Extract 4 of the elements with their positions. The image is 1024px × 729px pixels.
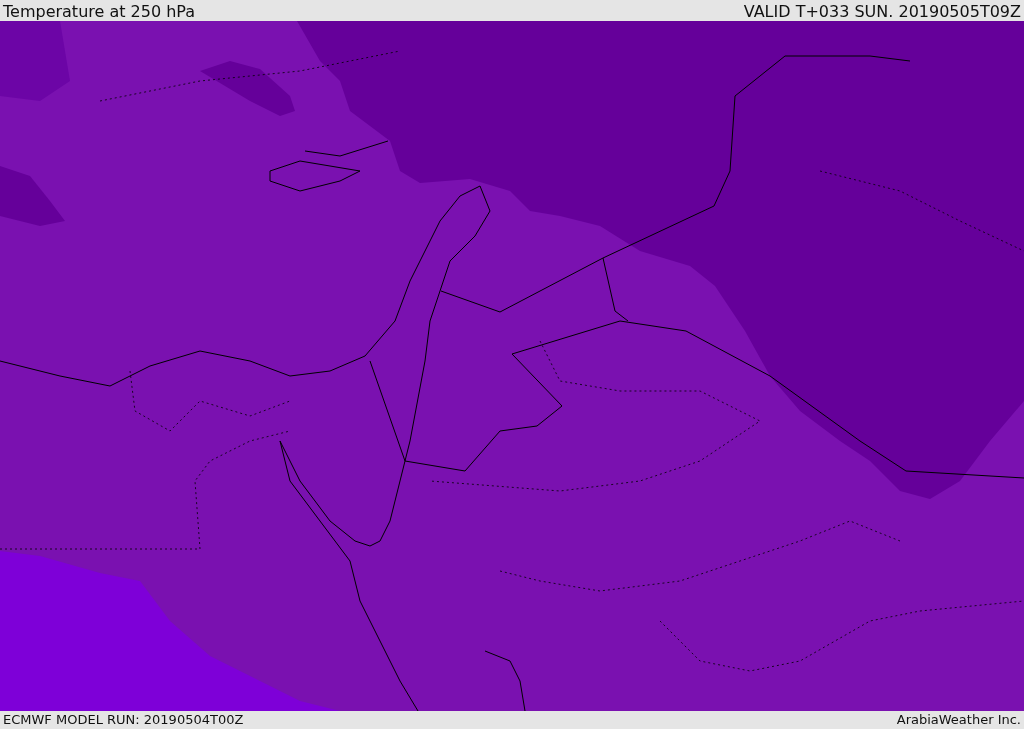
- credit-label: ArabiaWeather Inc.: [896, 712, 1021, 728]
- map-title: Temperature at 250 hPa: [3, 2, 196, 21]
- model-run-label: ECMWF MODEL RUN: 20190504T00Z: [3, 712, 244, 728]
- valid-time: VALID T+033 SUN. 20190505T09Z: [743, 2, 1021, 21]
